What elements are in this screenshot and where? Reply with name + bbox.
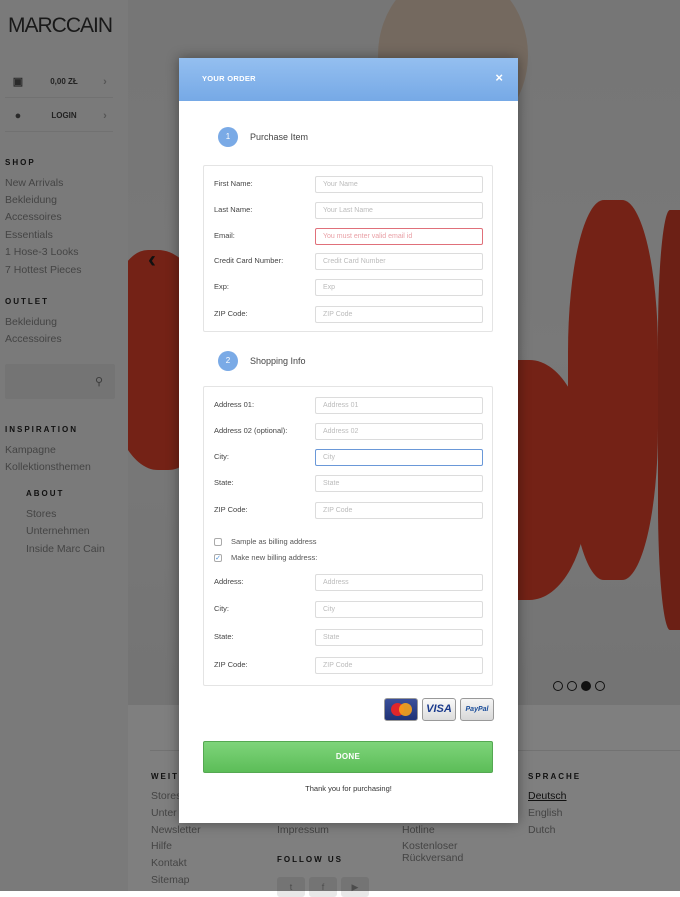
- zip-input[interactable]: ZIP Code: [315, 306, 483, 323]
- field-label: Last Name:: [214, 205, 253, 214]
- visa-icon[interactable]: VISA: [422, 698, 456, 721]
- billing-city-input[interactable]: City: [315, 601, 483, 618]
- purchase-panel: First Name: Your Name Last Name: Your La…: [203, 165, 493, 332]
- field-label: ZIP Code:: [214, 660, 248, 669]
- check-icon[interactable]: ✓: [214, 553, 222, 562]
- city-input[interactable]: City: [315, 449, 483, 466]
- field-label: ZIP Code:: [214, 505, 248, 514]
- new-billing-checkbox[interactable]: ✓ Make new billing address:: [214, 553, 317, 562]
- form-row-card-number: Credit Card Number: Credit Card Number: [214, 253, 484, 270]
- paypal-icon[interactable]: PayPal: [460, 698, 494, 721]
- checkbox-label: Sample as billing address: [231, 537, 317, 546]
- form-row-billing-city: City: City: [214, 601, 484, 618]
- address-01-input[interactable]: Address 01: [315, 397, 483, 414]
- zip-input[interactable]: ZIP Code: [315, 502, 483, 519]
- step-number: 2: [218, 351, 238, 371]
- form-row-city: City: City: [214, 449, 484, 466]
- step-label: Shopping Info: [250, 356, 306, 366]
- step-label: Purchase Item: [250, 132, 309, 142]
- form-row-billing-zip: ZIP Code: ZIP Code: [214, 657, 484, 674]
- form-row-last-name: Last Name: Your Last Name: [214, 202, 484, 219]
- form-row-email: Email: You must enter valid email id: [214, 228, 484, 245]
- field-label: City:: [214, 452, 229, 461]
- form-row-zip: ZIP Code: ZIP Code: [214, 306, 484, 323]
- exp-input[interactable]: Exp: [315, 279, 483, 296]
- modal-title: YOUR ORDER: [202, 74, 256, 83]
- field-label: Address 02 (optional):: [214, 426, 288, 435]
- checkbox-label: Make new billing address:: [231, 553, 318, 562]
- form-row-state: State: State: [214, 475, 484, 492]
- card-number-input[interactable]: Credit Card Number: [315, 253, 483, 270]
- state-input[interactable]: State: [315, 475, 483, 492]
- first-name-input[interactable]: Your Name: [315, 176, 483, 193]
- order-modal: YOUR ORDER × 1 Purchase Item First Name:…: [179, 58, 518, 823]
- mastercard-circle: [399, 703, 412, 716]
- field-label: First Name:: [214, 179, 253, 188]
- form-row-exp: Exp: Exp: [214, 279, 484, 296]
- form-row-address-02: Address 02 (optional): Address 02: [214, 423, 484, 440]
- billing-address-input[interactable]: Address: [315, 574, 483, 591]
- step-number: 1: [218, 127, 238, 147]
- modal-header: YOUR ORDER ×: [179, 58, 518, 101]
- step-purchase-item: 1 Purchase Item: [218, 127, 308, 147]
- billing-zip-input[interactable]: ZIP Code: [315, 657, 483, 674]
- mastercard-icon[interactable]: [384, 698, 418, 721]
- same-billing-checkbox[interactable]: Sample as billing address: [214, 537, 316, 546]
- checkbox-box[interactable]: [214, 537, 222, 546]
- form-row-billing-state: State: State: [214, 629, 484, 646]
- payment-methods: VISA PayPal: [384, 698, 494, 721]
- form-row-billing-address: Address: Address: [214, 574, 484, 591]
- field-label: Exp:: [214, 282, 230, 291]
- close-icon[interactable]: ×: [495, 70, 503, 85]
- form-row-address-01: Address 01: Address 01: [214, 397, 484, 414]
- step-shopping-info: 2 Shopping Info: [218, 351, 306, 371]
- billing-state-input[interactable]: State: [315, 629, 483, 646]
- shipping-panel: Address 01: Address 01 Address 02 (optio…: [203, 386, 493, 686]
- field-label: ZIP Code:: [214, 309, 248, 318]
- thank-you-message: Thank you for purchasing!: [305, 784, 392, 793]
- field-label: Email:: [214, 231, 235, 240]
- form-row-zip: ZIP Code: ZIP Code: [214, 502, 484, 519]
- field-label: Credit Card Number:: [214, 256, 284, 265]
- done-button[interactable]: DONE: [203, 741, 493, 773]
- field-label: State:: [214, 632, 234, 641]
- field-label: Address:: [214, 577, 244, 586]
- form-row-first-name: First Name: Your Name: [214, 176, 484, 193]
- field-label: Address 01:: [214, 400, 255, 409]
- last-name-input[interactable]: Your Last Name: [315, 202, 483, 219]
- address-02-input[interactable]: Address 02: [315, 423, 483, 440]
- field-label: City:: [214, 604, 229, 613]
- field-label: State:: [214, 478, 234, 487]
- email-input[interactable]: You must enter valid email id: [315, 228, 483, 245]
